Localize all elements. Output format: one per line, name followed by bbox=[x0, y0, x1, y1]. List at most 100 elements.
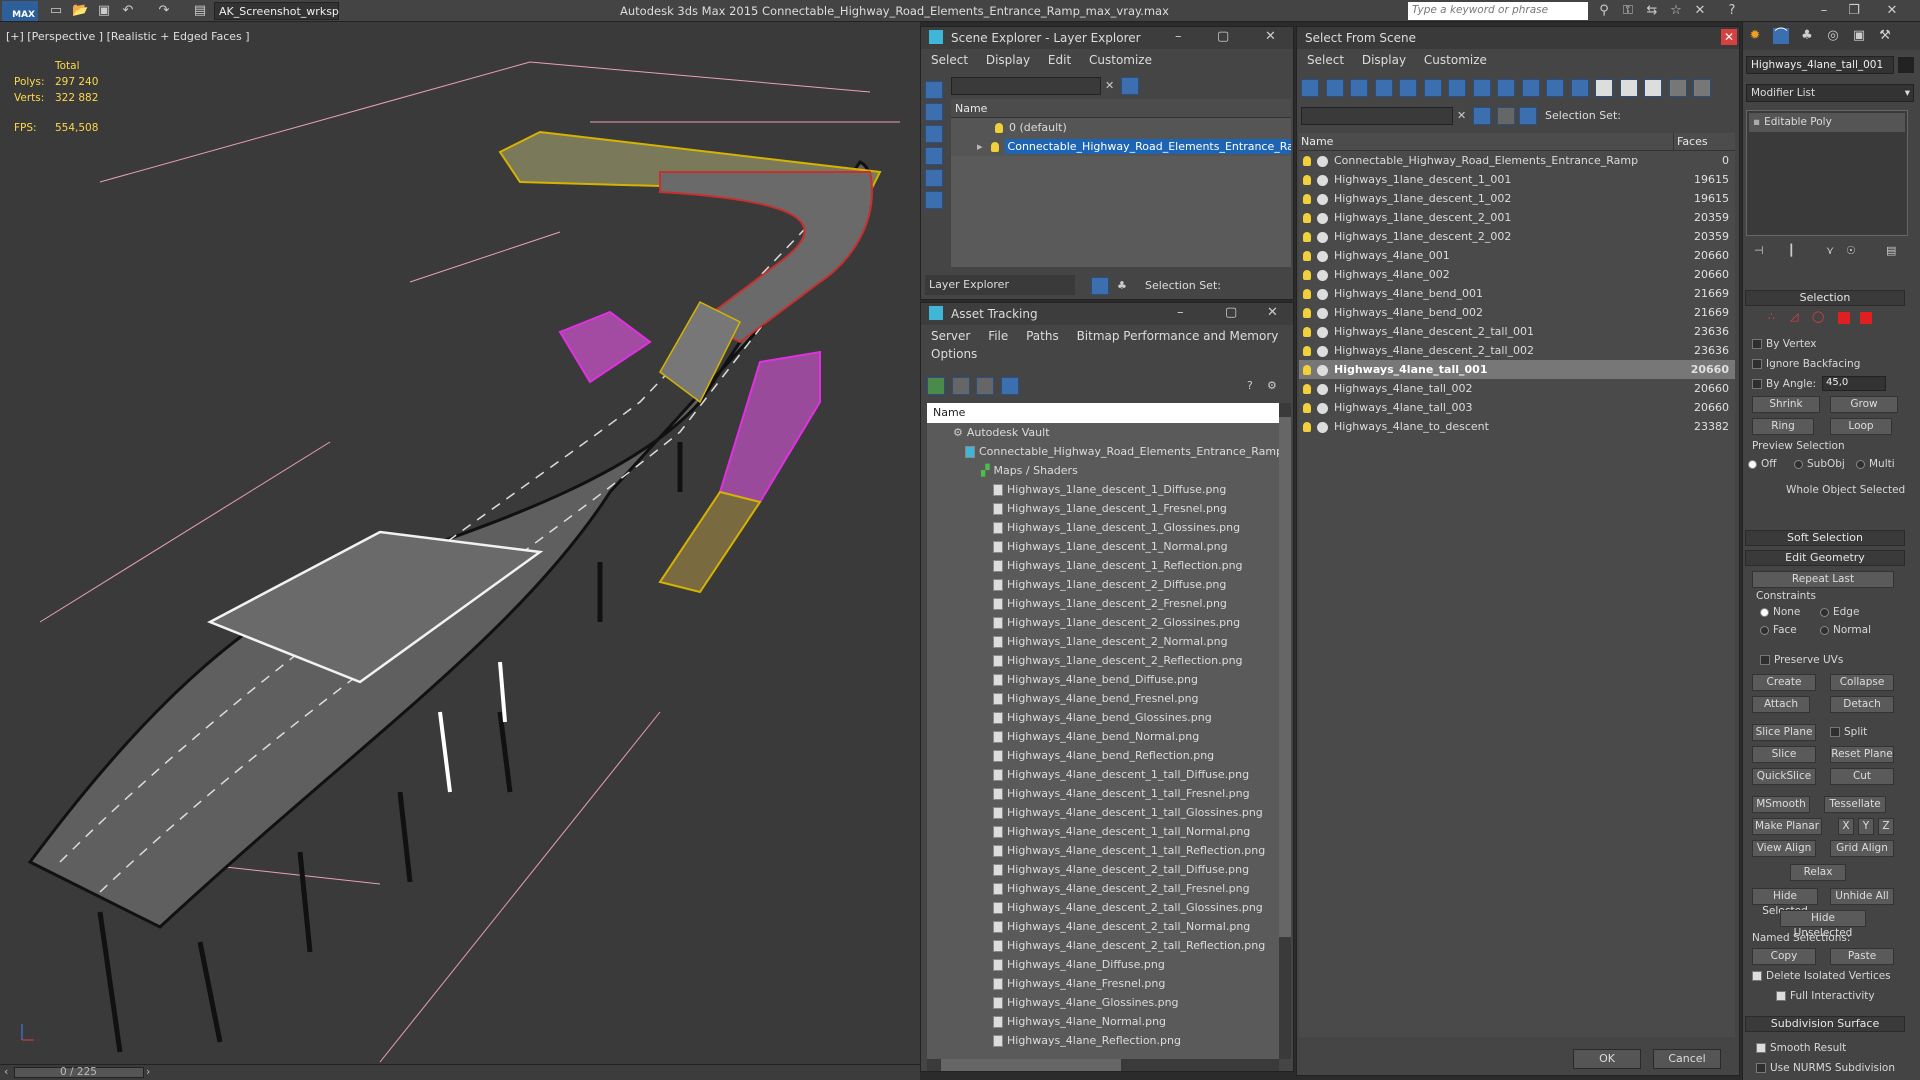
clear-find-icon[interactable]: ✕ bbox=[1457, 109, 1466, 122]
thumbnail-view-icon[interactable] bbox=[976, 377, 994, 395]
object-row[interactable]: Highways_4lane_tall_001 20660 bbox=[1299, 360, 1735, 379]
filter-geometry-icon[interactable] bbox=[925, 81, 943, 99]
asset-map-row[interactable]: Highways_4lane_Fresnel.png bbox=[927, 974, 1279, 993]
asset-map-row[interactable]: Highways_4lane_Glossines.png bbox=[927, 993, 1279, 1012]
connect-icon[interactable]: ✕ bbox=[1692, 3, 1708, 19]
object-name-field[interactable]: Highways_4lane_tall_001 bbox=[1746, 56, 1894, 74]
layer-highway[interactable]: ▸ Connectable_Highway_Road_Elements_Entra… bbox=[951, 137, 1291, 156]
select-none-icon[interactable] bbox=[1619, 79, 1638, 97]
smooth-result-checkbox[interactable]: Smooth Result bbox=[1756, 1042, 1846, 1054]
relax-button[interactable]: Relax bbox=[1790, 864, 1846, 881]
close-icon[interactable]: ✕ bbox=[1267, 305, 1278, 320]
polygon-icon[interactable] bbox=[1838, 312, 1850, 324]
filter-cameras-icon[interactable] bbox=[925, 147, 943, 165]
menu-options[interactable]: Options bbox=[931, 347, 977, 361]
clear-filter-icon[interactable]: ✕ bbox=[1105, 79, 1114, 92]
soft-selection-rollout-header[interactable]: Soft Selection bbox=[1745, 530, 1905, 546]
bulb-icon[interactable] bbox=[1303, 346, 1311, 356]
asset-map-row[interactable]: Highways_4lane_descent_1_tall_Fresnel.pn… bbox=[927, 784, 1279, 803]
menu-file[interactable]: File bbox=[988, 329, 1008, 343]
cancel-button[interactable]: Cancel bbox=[1653, 1049, 1721, 1069]
object-row[interactable]: Highways_4lane_to_descent 23382 bbox=[1299, 417, 1735, 436]
asset-map-row[interactable]: Highways_4lane_bend_Diffuse.png bbox=[927, 670, 1279, 689]
display-bones-icon[interactable] bbox=[1497, 79, 1515, 97]
asset-map-row[interactable]: Highways_4lane_descent_1_tall_Normal.png bbox=[927, 822, 1279, 841]
object-row[interactable]: Highways_4lane_002 20660 bbox=[1299, 265, 1735, 284]
split-checkbox[interactable]: Split bbox=[1830, 726, 1867, 738]
scene-explorer-titlebar[interactable]: Scene Explorer - Layer Explorer – ▢ ✕ bbox=[921, 27, 1293, 49]
configure-sets-icon[interactable]: ▤ bbox=[1886, 244, 1896, 257]
col-faces[interactable]: Faces bbox=[1673, 133, 1708, 150]
time-slider[interactable]: ‹ 0 / 225 › bbox=[0, 1064, 920, 1080]
object-color-swatch[interactable] bbox=[1898, 57, 1914, 73]
angle-spinner[interactable]: 45,0 bbox=[1822, 376, 1886, 391]
bulb-icon[interactable] bbox=[1303, 327, 1311, 337]
menu-customize[interactable]: Customize bbox=[1089, 53, 1152, 67]
asset-map-row[interactable]: Highways_4lane_descent_2_tall_Glossines.… bbox=[927, 898, 1279, 917]
bulb-icon[interactable] bbox=[1303, 384, 1311, 394]
app-logo[interactable]: MAX bbox=[2, 1, 38, 21]
expand-icon[interactable]: ▸ bbox=[977, 140, 983, 153]
bulb-icon[interactable] bbox=[1303, 270, 1311, 280]
by-angle-checkbox[interactable]: By Angle: bbox=[1752, 378, 1816, 390]
maximize-icon[interactable]: ▢ bbox=[1225, 305, 1237, 320]
preserve-uvs-checkbox[interactable]: Preserve UVs bbox=[1760, 654, 1843, 666]
asset-root[interactable]: ⚙ Autodesk Vault bbox=[927, 423, 1279, 442]
bulb-icon[interactable] bbox=[1303, 251, 1311, 261]
attach-button[interactable]: Attach bbox=[1752, 696, 1810, 713]
asset-map-row[interactable]: Highways_4lane_descent_1_tall_Diffuse.pn… bbox=[927, 765, 1279, 784]
display-spacewarps-icon[interactable] bbox=[1423, 79, 1442, 97]
pin-stack-icon[interactable]: ⊣ bbox=[1754, 244, 1764, 257]
subdivision-rollout-header[interactable]: Subdivision Surface bbox=[1745, 1016, 1905, 1032]
display-geometry-icon[interactable] bbox=[1301, 79, 1319, 97]
save-icon[interactable]: ▣ bbox=[96, 3, 112, 19]
preview-off-radio[interactable]: Off bbox=[1748, 458, 1777, 470]
bulb-icon[interactable] bbox=[1303, 175, 1311, 185]
object-row[interactable]: Highways_4lane_tall_002 20660 bbox=[1299, 379, 1735, 398]
menu-select[interactable]: Select bbox=[1307, 53, 1344, 67]
prev-frame-icon[interactable]: ‹ bbox=[4, 1065, 8, 1078]
quickslice-button[interactable]: QuickSlice bbox=[1752, 768, 1816, 785]
asset-map-row[interactable]: Highways_1lane_descent_2_Fresnel.png bbox=[927, 594, 1279, 613]
reset-plane-button[interactable]: Reset Plane bbox=[1830, 746, 1894, 763]
create-tab-icon[interactable]: ✹ bbox=[1747, 28, 1763, 44]
layer-default[interactable]: 0 (default) bbox=[951, 118, 1291, 137]
repeat-last-button[interactable]: Repeat Last bbox=[1752, 571, 1894, 588]
full-interactivity-checkbox[interactable]: Full Interactivity bbox=[1776, 990, 1875, 1002]
refresh-icon[interactable] bbox=[927, 377, 945, 395]
display-shapes-icon[interactable] bbox=[1325, 79, 1344, 97]
ring-button[interactable]: Ring bbox=[1752, 418, 1814, 435]
asset-map-row[interactable]: Highways_4lane_Reflection.png bbox=[927, 1031, 1279, 1050]
display-lights-icon[interactable] bbox=[1350, 79, 1368, 97]
loop-button[interactable]: Loop bbox=[1830, 418, 1892, 435]
constraint-normal-radio[interactable]: Normal bbox=[1820, 624, 1871, 636]
bulb-icon[interactable] bbox=[1303, 289, 1311, 299]
preview-subobj-radio[interactable]: SubObj bbox=[1794, 458, 1845, 470]
object-row[interactable]: Highways_4lane_bend_001 21669 bbox=[1299, 284, 1735, 303]
close-icon[interactable]: ✕ bbox=[1884, 3, 1900, 19]
search-input[interactable]: Type a keyword or phrase bbox=[1408, 2, 1588, 20]
asset-map-row[interactable]: Highways_4lane_descent_1_tall_Reflection… bbox=[927, 841, 1279, 860]
hierarchy-icon[interactable]: ♣ bbox=[1117, 279, 1127, 292]
remove-modifier-icon[interactable]: ☉ bbox=[1846, 244, 1856, 257]
slice-plane-button[interactable]: Slice Plane bbox=[1752, 724, 1816, 741]
menu-paths[interactable]: Paths bbox=[1026, 329, 1059, 343]
bulb-icon[interactable] bbox=[1303, 308, 1311, 318]
asset-map-row[interactable]: Highways_4lane_bend_Fresnel.png bbox=[927, 689, 1279, 708]
object-row[interactable]: Highways_4lane_bend_002 21669 bbox=[1299, 303, 1735, 322]
asset-map-row[interactable]: Highways_4lane_descent_2_tall_Diffuse.pn… bbox=[927, 860, 1279, 879]
minimize-icon[interactable]: – bbox=[1177, 305, 1184, 320]
display-groups-icon[interactable] bbox=[1448, 79, 1466, 97]
copy-button[interactable]: Copy bbox=[1752, 948, 1816, 965]
object-row[interactable]: Highways_4lane_tall_003 20660 bbox=[1299, 398, 1735, 417]
asset-vertical-scrollbar[interactable] bbox=[1279, 403, 1291, 1059]
bulb-icon[interactable] bbox=[1303, 213, 1311, 223]
vertex-icon[interactable]: ∴ bbox=[1768, 310, 1775, 323]
asset-map-row[interactable]: Highways_4lane_descent_2_tall_Normal.png bbox=[927, 917, 1279, 936]
menu-customize[interactable]: Customize bbox=[1424, 53, 1487, 67]
hierarchy-tab-icon[interactable]: ♣ bbox=[1799, 28, 1815, 44]
create-button[interactable]: Create bbox=[1752, 674, 1816, 691]
menu-server[interactable]: Server bbox=[931, 329, 970, 343]
modify-tab-icon[interactable]: ⌒ bbox=[1773, 28, 1789, 44]
display-helpers-icon[interactable] bbox=[1399, 79, 1417, 97]
